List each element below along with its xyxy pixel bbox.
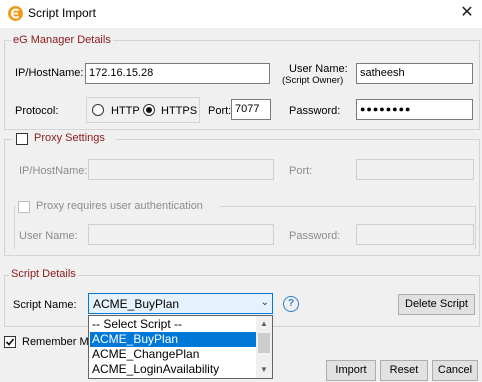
script-name-label: Script Name: [13,299,77,311]
help-icon[interactable]: ? [283,296,299,312]
scrollbar-thumb[interactable] [258,333,270,353]
http-label[interactable]: HTTP [111,105,140,117]
https-label[interactable]: HTTPS [161,105,197,117]
script-dropdown-list[interactable]: -- Select Script -- ACME_BuyPlan ACME_Ch… [88,315,273,379]
dropdown-option[interactable]: -- Select Script -- [90,317,257,332]
chevron-down-icon[interactable]: ⌄ [261,297,269,308]
proxy-ip-field[interactable] [88,159,274,180]
cancel-button[interactable]: Cancel [432,360,478,381]
user-name-label: User Name: [289,63,348,75]
protocol-label: Protocol: [15,105,59,117]
user-name-field[interactable]: satheesh [356,63,473,84]
script-name-select[interactable]: ACME_BuyPlan ⌄ [88,293,273,314]
close-icon[interactable]: ✕ [457,2,477,22]
proxy-password-field[interactable] [356,224,474,245]
proxy-password-label: Password: [289,230,341,242]
remember-me-label[interactable]: Remember Me [22,336,95,348]
proxy-ip-label: IP/HostName: [19,165,88,177]
scroll-down-icon[interactable]: ▼ [256,363,272,377]
dropdown-scrollbar[interactable]: ▲ ▼ [256,316,272,378]
app-logo-icon [8,6,23,21]
port-field[interactable]: 7077 [231,99,271,120]
scroll-up-icon[interactable]: ▲ [256,317,272,331]
manager-details-legend: eG Manager Details [11,34,113,46]
proxy-settings-legend[interactable]: Proxy Settings [32,132,107,144]
proxy-settings-checkbox[interactable] [16,133,28,145]
script-name-value: ACME_BuyPlan [93,297,180,311]
ip-label: IP/HostName: [15,67,84,79]
proxy-auth-label[interactable]: Proxy requires user authentication [36,200,203,212]
proxy-user-label: User Name: [19,230,78,242]
script-details-legend: Script Details [9,268,78,280]
ip-field[interactable]: 172.16.15.28 [85,63,270,84]
proxy-auth-checkbox[interactable] [18,201,30,213]
dropdown-option[interactable]: ACME_LoginAvailability [90,362,257,377]
import-button[interactable]: Import [326,360,376,381]
http-radio[interactable] [92,104,104,116]
remember-me-checkbox[interactable] [4,336,16,348]
dropdown-option-selected[interactable]: ACME_BuyPlan [90,332,257,347]
dropdown-option[interactable]: ACME_ChangePlan [90,347,257,362]
port-label: Port: [208,105,232,117]
password-label: Password: [289,105,341,117]
window-title: Script Import [28,6,97,20]
password-field[interactable]: ●●●●●●●● [356,99,473,120]
reset-button[interactable]: Reset [380,360,428,381]
https-radio[interactable] [143,104,155,116]
proxy-port-field[interactable] [356,159,474,180]
proxy-user-field[interactable] [88,224,274,245]
user-name-sublabel: (Script Owner) [282,75,344,86]
delete-script-button[interactable]: Delete Script [398,294,475,315]
proxy-port-label: Port: [289,165,313,177]
